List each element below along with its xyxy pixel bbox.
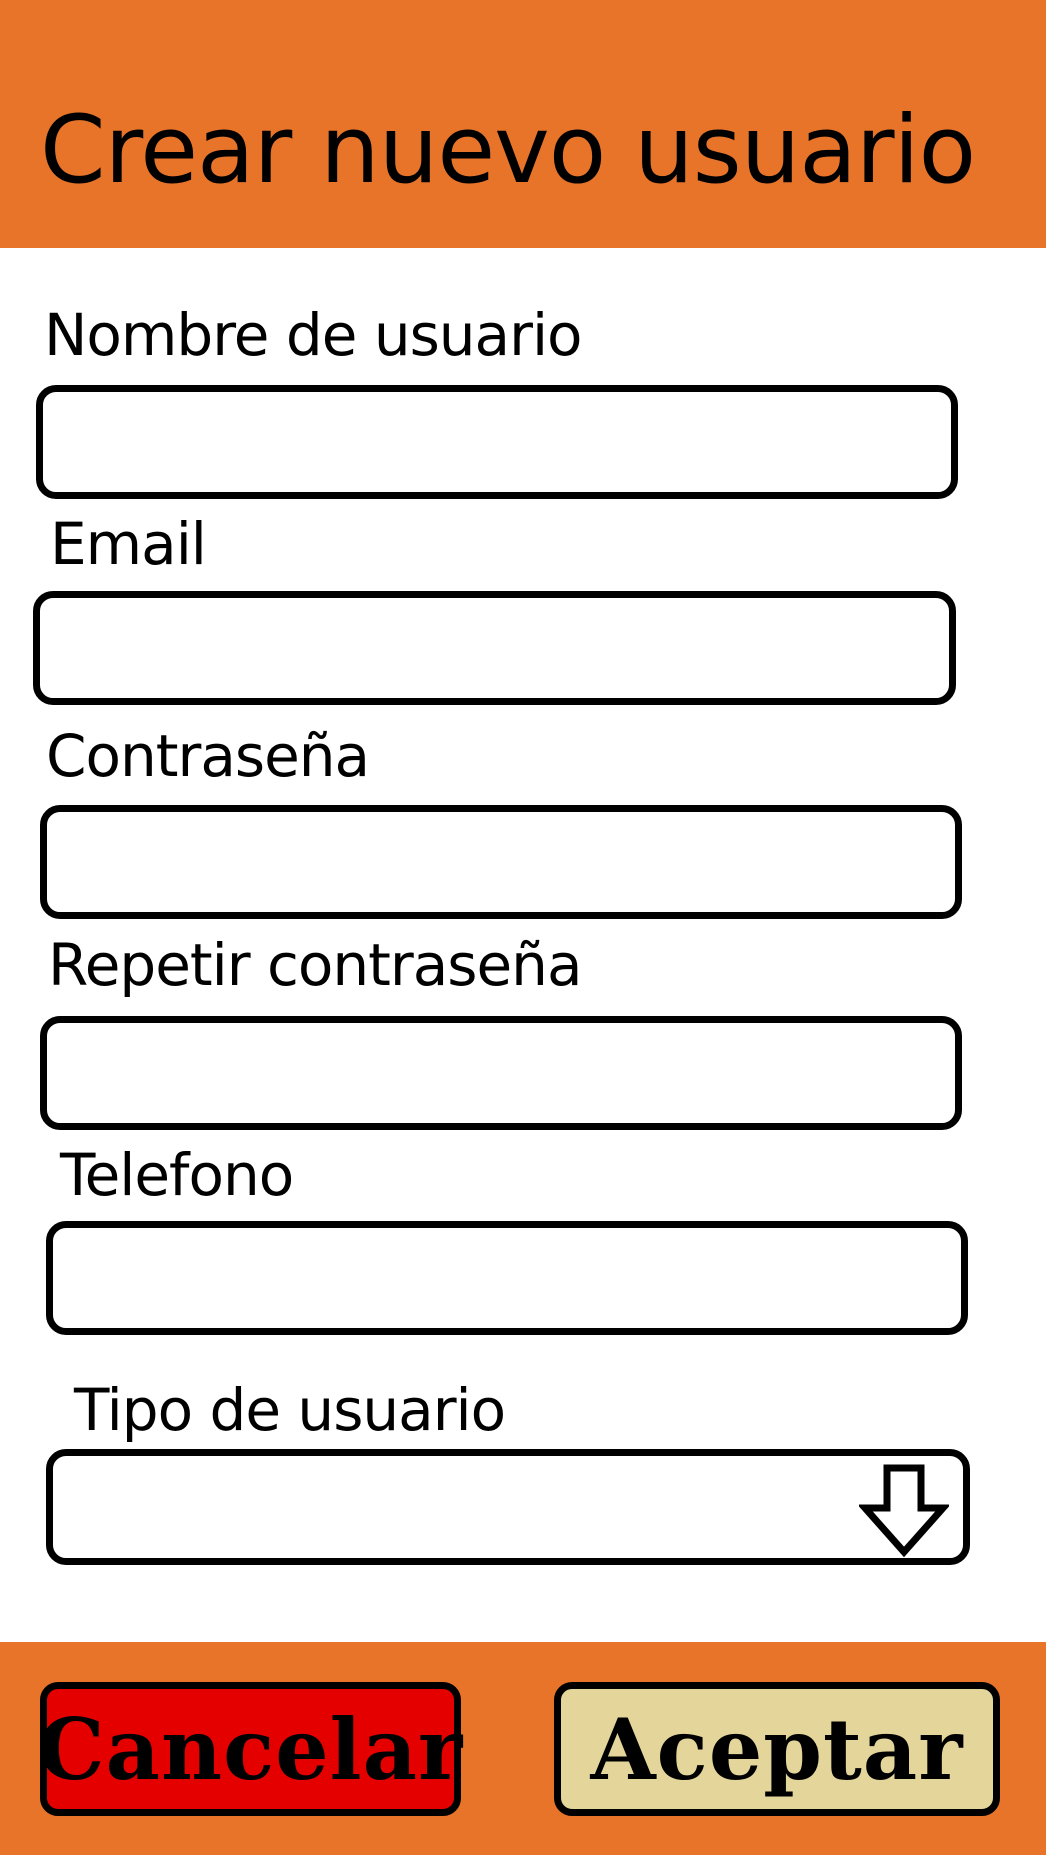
- repeat-password-input[interactable]: [40, 1016, 962, 1130]
- email-input[interactable]: [33, 591, 956, 705]
- username-input[interactable]: [36, 385, 958, 499]
- username-label: Nombre de usuario: [44, 301, 583, 369]
- header-bar: Crear nuevo usuario: [0, 0, 1046, 248]
- password-input[interactable]: [40, 805, 962, 919]
- page-title: Crear nuevo usuario: [40, 96, 976, 205]
- phone-input[interactable]: [46, 1221, 968, 1335]
- phone-label: Telefono: [60, 1141, 294, 1209]
- password-label: Contraseña: [46, 722, 370, 790]
- user-type-label: Tipo de usuario: [74, 1376, 506, 1444]
- accept-button[interactable]: Aceptar: [554, 1682, 1000, 1816]
- user-type-select[interactable]: [46, 1449, 970, 1565]
- arrow-down-icon[interactable]: [859, 1464, 949, 1558]
- email-label: Email: [50, 510, 207, 578]
- cancel-button[interactable]: Cancelar: [38, 1682, 462, 1816]
- repeat-password-label: Repetir contraseña: [48, 931, 582, 999]
